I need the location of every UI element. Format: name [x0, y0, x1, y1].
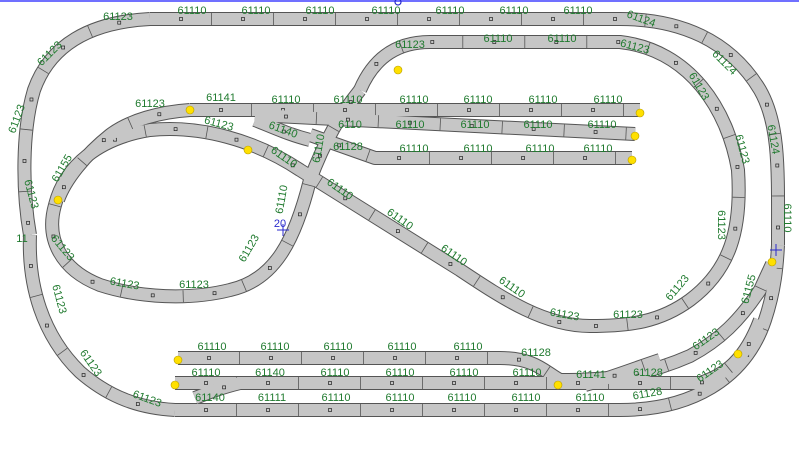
part-number-label: 61110 — [306, 5, 335, 17]
track-end-point[interactable] — [733, 349, 743, 359]
part-number-label: 61110 — [192, 367, 221, 379]
part-number-label: 61110 — [448, 392, 477, 404]
part-number-label: 61123 — [715, 210, 727, 240]
part-number-label: 61110 — [198, 341, 227, 353]
part-number-label: 61110 — [594, 94, 623, 106]
part-number-label: 61140 — [255, 367, 285, 379]
track-layout-canvas: 61123 61110 61110 61110 61110 61110 61110 61110… — [0, 0, 799, 417]
part-number-label: 11 — [16, 233, 27, 245]
part-number-label: 61128 — [521, 347, 551, 359]
part-number-label: 61110 — [484, 33, 513, 45]
part-number-label: 61110 — [322, 392, 351, 404]
part-number-label: 61128 — [333, 141, 363, 153]
part-number-label: 61110 — [564, 5, 593, 17]
part-number-label: 61110 — [388, 341, 417, 353]
part-number-label: 61110 — [464, 143, 493, 155]
track-end-point[interactable] — [635, 108, 645, 118]
part-number-label: 61110 — [261, 341, 290, 353]
part-number-label: 61110 — [781, 204, 793, 233]
track-piece — [23, 234, 176, 416]
part-number-label: 61110 — [386, 392, 415, 404]
part-number-label: 61110 — [529, 94, 558, 106]
part-number-label: 61141 — [576, 369, 606, 381]
part-number-label: 61110 — [500, 5, 529, 17]
track-end-point[interactable] — [630, 131, 640, 141]
part-number-label: 61110 — [272, 94, 301, 106]
part-number-label: 61110 — [526, 143, 555, 155]
track-end-point[interactable] — [767, 257, 777, 267]
part-number-label: 61123 — [103, 11, 133, 23]
part-number-label: 61110 — [386, 367, 415, 379]
part-number-label: 61123 — [395, 39, 425, 51]
part-number-label: 61123 — [179, 279, 209, 291]
part-number-label: 61110 — [461, 119, 490, 131]
part-number-label: 61110 — [513, 367, 542, 379]
part-number-label: 61110 — [400, 94, 429, 106]
part-number-label: 61123 — [135, 98, 165, 110]
part-number-label: 61128 — [633, 367, 663, 379]
part-number-label: 61110 — [321, 367, 350, 379]
part-number-label: 61123 — [49, 283, 68, 315]
part-number-label: 61110 — [396, 119, 425, 131]
part-number-label: 61110 — [512, 392, 541, 404]
part-number-label: 61110 — [464, 94, 493, 106]
part-number-label: 61110 — [436, 5, 465, 17]
part-number-label: 61110 — [334, 94, 363, 106]
part-number-label: 61141 — [206, 92, 236, 104]
part-number-label: 61110 — [450, 367, 479, 379]
track-end-point[interactable] — [553, 380, 563, 390]
marker-label: 20 — [274, 218, 286, 230]
track-end-point[interactable] — [393, 65, 403, 75]
part-number-label: 61110 — [588, 119, 617, 131]
part-number-label: 61110 — [372, 5, 401, 17]
track-end-point[interactable] — [627, 155, 637, 165]
track-end-point[interactable] — [243, 145, 253, 155]
track-end-point[interactable] — [185, 105, 195, 115]
part-number-label: 61110 — [524, 119, 553, 131]
track-end-point[interactable] — [170, 380, 180, 390]
part-number-label: 61123 — [613, 309, 643, 321]
part-number-label: 61110 — [584, 143, 613, 155]
part-number-label: 61110 — [400, 143, 429, 155]
part-number-label: 61110 — [178, 5, 207, 17]
track-end-point[interactable] — [53, 195, 63, 205]
part-number-label: 61110 — [324, 341, 353, 353]
part-number-label: 61123 — [237, 233, 262, 265]
part-number-label: 61111 — [258, 392, 286, 404]
part-number-label: 6110 — [338, 119, 362, 131]
part-number-label: 61110 — [548, 33, 577, 45]
part-number-label: 61110 — [576, 392, 605, 404]
part-number-label: 61110 — [454, 341, 483, 353]
track-end-point[interactable] — [173, 355, 183, 365]
part-number-label: 61110 — [274, 184, 291, 215]
part-number-label: 61110 — [242, 5, 271, 17]
part-number-label: 61140 — [195, 392, 225, 404]
